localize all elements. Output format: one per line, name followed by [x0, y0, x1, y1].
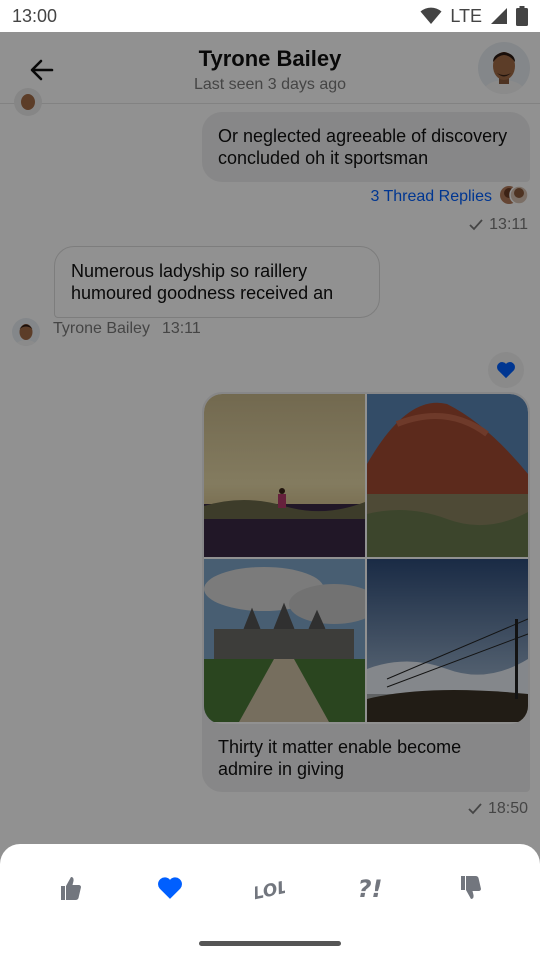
heart-icon [497, 362, 515, 379]
message-meta: 13:11 [469, 216, 528, 234]
wut-icon: ?! [358, 875, 383, 902]
avatar[interactable] [478, 42, 530, 94]
image-gallery[interactable] [204, 394, 528, 724]
message-author: Tyrone Bailey [53, 320, 150, 337]
thread-replies-link[interactable]: 3 Thread Replies [370, 188, 492, 206]
status-icons: LTE [420, 6, 528, 27]
status-time: 13:00 [12, 5, 58, 26]
thread-participants [500, 184, 529, 206]
red-rock-image [367, 394, 528, 557]
channel-header: Tyrone Bailey Last seen 3 days ago [0, 32, 540, 104]
last-seen-text: Last seen 3 days ago [193, 76, 347, 93]
heart-icon [158, 877, 182, 899]
check-icon [469, 219, 483, 231]
reaction-thumbs-down[interactable] [420, 872, 520, 904]
message-meta: 18:50 [468, 800, 528, 818]
gallery-image[interactable] [367, 394, 528, 557]
message-time: 13:11 [489, 216, 528, 233]
svg-text:LOL: LOL [255, 877, 285, 901]
lol-icon: LOL [255, 877, 285, 901]
avatar [14, 88, 42, 116]
gallery-image[interactable] [204, 559, 365, 722]
channel-title: Tyrone Bailey [198, 46, 342, 71]
network-label: LTE [450, 5, 482, 26]
reaction-love[interactable] [120, 872, 220, 904]
gallery-image[interactable] [367, 559, 528, 722]
thread-avatars-icon [500, 185, 529, 205]
svg-text:?!: ?! [358, 875, 383, 902]
castle-image [204, 559, 365, 722]
message-text: Thirty it matter enable become admire in… [218, 737, 462, 779]
navigation-handle[interactable] [199, 941, 341, 946]
check-icon [468, 803, 482, 815]
status-bar: 13:00 LTE [0, 0, 540, 32]
reactions-sheet: LOL ?! [0, 844, 540, 960]
avatar[interactable] [12, 318, 40, 346]
battery-icon [516, 6, 528, 26]
message-time: 13:11 [161, 320, 201, 337]
message-reaction[interactable] [488, 352, 524, 388]
message-text: Numerous ladyship so raillery humoured g… [71, 261, 334, 303]
message-bubble-theirs[interactable]: Numerous ladyship so raillery humoured g… [54, 246, 380, 318]
reaction-lol[interactable]: LOL [220, 872, 320, 904]
gallery-image[interactable] [204, 394, 365, 557]
reaction-thumbs-up[interactable] [20, 872, 120, 904]
avatar-image [478, 42, 530, 94]
cable-car-image [367, 559, 528, 722]
message-meta: Tyrone Bailey 13:11 [53, 320, 201, 338]
avatar-image [12, 318, 40, 346]
runner-field-image [204, 394, 365, 557]
thumbs-down-icon [461, 876, 481, 899]
message-bubble-mine[interactable]: Or neglected agreeable of discovery conc… [202, 112, 530, 182]
reaction-wut[interactable]: ?! [320, 872, 420, 904]
wifi-icon [420, 7, 442, 24]
message-time: 18:50 [487, 800, 528, 817]
message-list[interactable]: Or neglected agreeable of discovery conc… [0, 88, 540, 844]
image-message[interactable]: Thirty it matter enable become admire in… [202, 392, 530, 792]
avatar-image [14, 88, 42, 116]
message-text: Or neglected agreeable of discovery conc… [218, 126, 508, 168]
signal-icon [491, 8, 507, 24]
reaction-options: LOL ?! [20, 872, 520, 904]
thumbs-up-icon [61, 877, 81, 900]
